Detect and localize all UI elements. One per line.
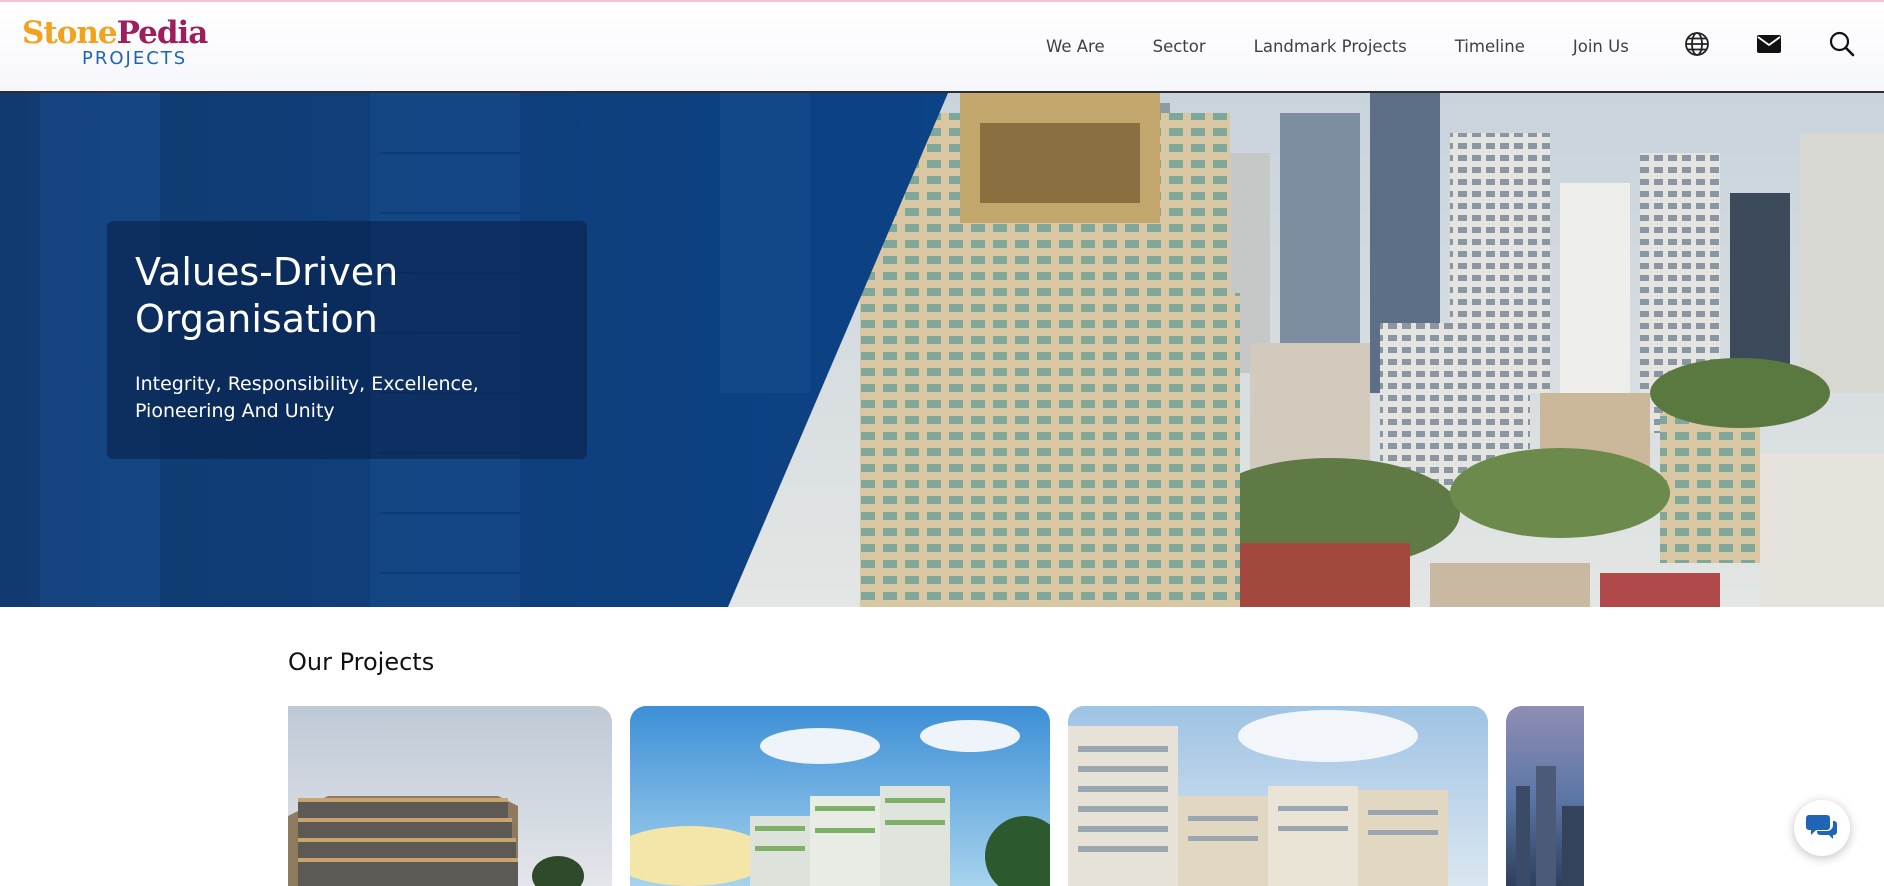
logo[interactable]: StonePedia PROJECTS — [22, 16, 222, 76]
hero-title: Values-Driven Organisation — [135, 250, 399, 341]
project-image — [630, 706, 1050, 886]
project-image — [1068, 706, 1488, 886]
main-nav: We Are Sector Landmark Projects Timeline… — [1046, 2, 1677, 91]
project-image — [1506, 706, 1584, 886]
globe-icon[interactable] — [1683, 30, 1711, 58]
mail-icon[interactable] — [1755, 30, 1783, 58]
project-card[interactable] — [1068, 706, 1488, 886]
logo-wordmark: StonePedia — [22, 15, 208, 51]
project-card[interactable] — [288, 706, 612, 886]
project-card[interactable] — [630, 706, 1050, 886]
chat-icon — [1805, 811, 1839, 846]
search-icon[interactable] — [1828, 30, 1856, 58]
nav-item-we-are[interactable]: We Are — [1046, 37, 1105, 56]
nav-item-join-us[interactable]: Join Us — [1573, 37, 1629, 56]
projects-heading: Our Projects — [288, 648, 435, 676]
nav-item-landmark-projects[interactable]: Landmark Projects — [1254, 37, 1407, 56]
project-card[interactable] — [1506, 706, 1584, 886]
nav-item-sector[interactable]: Sector — [1153, 37, 1206, 56]
chat-button[interactable] — [1794, 800, 1850, 856]
hero-subtitle: Integrity, Responsibility, Excellence, P… — [135, 373, 479, 422]
site-header: StonePedia PROJECTS We Are Sector Landma… — [0, 2, 1884, 93]
hero-banner: Values-Driven Organisation Integrity, Re… — [0, 93, 1884, 607]
hero-text-card: Values-Driven Organisation Integrity, Re… — [107, 221, 587, 459]
project-image — [288, 706, 612, 886]
nav-item-timeline[interactable]: Timeline — [1455, 37, 1525, 56]
logo-tagline: PROJECTS — [82, 48, 188, 69]
